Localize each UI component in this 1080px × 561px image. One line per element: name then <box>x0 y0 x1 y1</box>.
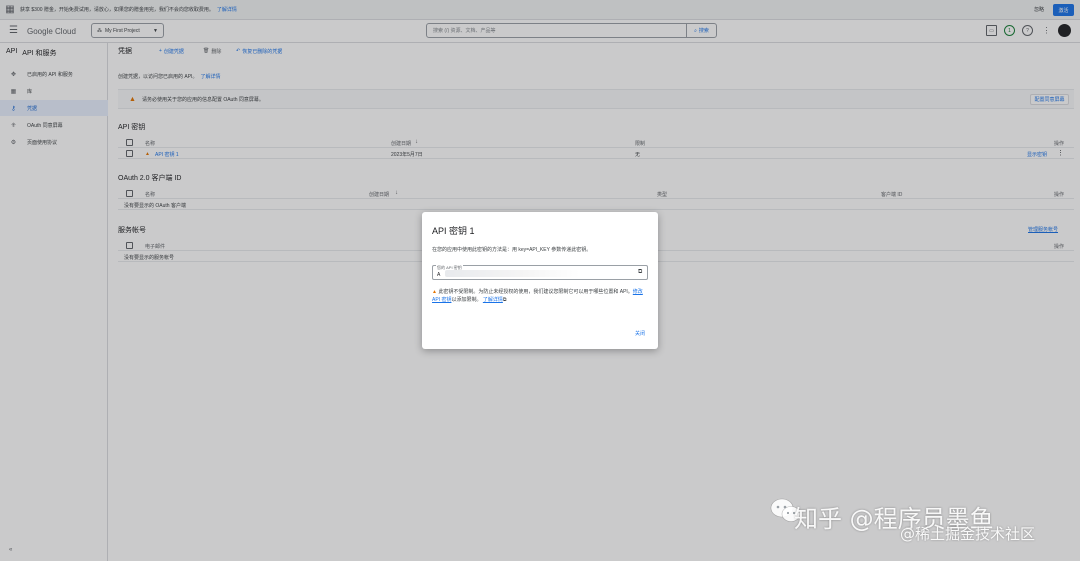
api-key-field[interactable]: 您的 API 密钥 A ⧉ <box>432 265 648 280</box>
dialog-title: API 密钥 1 <box>432 226 475 236</box>
api-key-dialog: API 密钥 1 在您的应用中使用此密钥的方法是：用 key=API_KEY 参… <box>422 212 658 349</box>
redacted-key-blur <box>445 270 580 277</box>
watermark: 知乎 @程序员墨鱼 @稀土掘金技术社区 <box>770 495 1070 555</box>
restriction-warning: ▲ 此密钥不受限制。为防止未经授权的使用，我们建议您限制它可以用于哪些位置和 A… <box>432 289 643 303</box>
api-key-value[interactable]: A <box>437 272 440 278</box>
warning-icon: ▲ <box>432 289 437 295</box>
watermark-line2: @稀土掘金技术社区 <box>900 525 1036 543</box>
external-link-icon: ⧉ <box>502 297 507 303</box>
dialog-learn-more-link[interactable]: 了解详情 <box>483 297 503 303</box>
close-button[interactable]: 关闭 <box>635 330 645 337</box>
copy-icon[interactable]: ⧉ <box>638 269 642 276</box>
dialog-instructions: 在您的应用中使用此密钥的方法是：用 key=API_KEY 参数传递此密钥。 <box>432 247 592 253</box>
